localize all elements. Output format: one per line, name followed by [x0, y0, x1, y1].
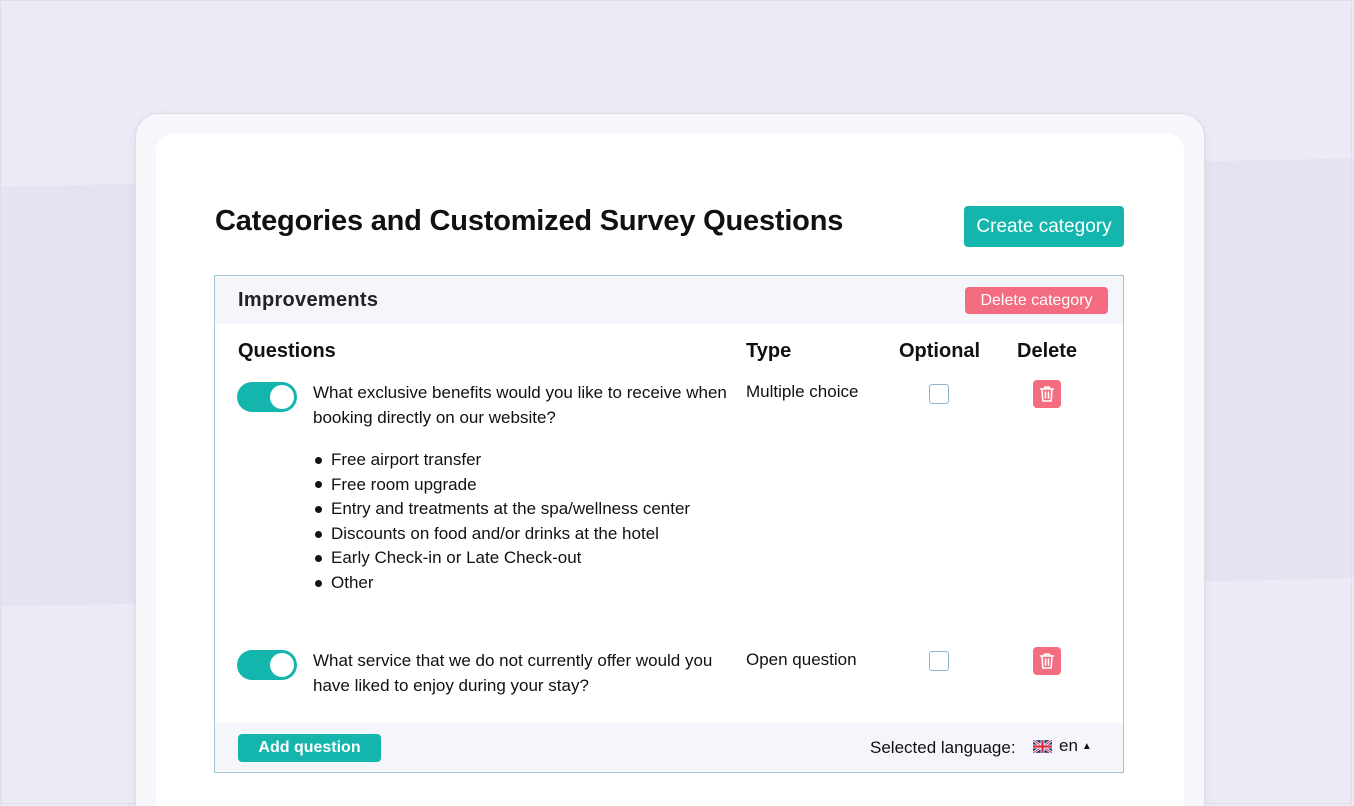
column-header-delete: Delete [1017, 340, 1078, 362]
page-title: Categories and Customized Survey Questio… [215, 205, 844, 237]
category-footer: Add question Selected language: en ▲ [215, 723, 1123, 772]
bullet-icon [315, 505, 322, 513]
question-1-text: What exclusive benefits would you like t… [313, 383, 727, 427]
question-2-enabled-toggle[interactable] [237, 650, 297, 680]
question-2-text: What service that we do not currently of… [313, 651, 713, 695]
option-item: Free room upgrade [313, 473, 690, 498]
toggle-knob [270, 653, 294, 677]
question-2-delete-button[interactable] [1033, 647, 1061, 675]
toggle-knob [270, 385, 294, 409]
bullet-icon [315, 481, 322, 489]
question-1-type: Multiple choice [746, 382, 859, 401]
option-item: Early Check-in or Late Check-out [313, 546, 690, 571]
bullet-icon [315, 579, 322, 587]
language-code: en [1059, 736, 1078, 755]
add-question-button[interactable]: Add question [238, 734, 381, 762]
column-header-type: Type [746, 340, 792, 362]
question-1-options-list: Free airport transfer Free room upgrade … [313, 448, 690, 596]
selected-language-label: Selected language: [870, 738, 1016, 757]
option-item: Discounts on food and/or drinks at the h… [313, 522, 690, 547]
option-item: Free airport transfer [313, 448, 690, 473]
question-2-optional-checkbox[interactable] [929, 651, 949, 671]
trash-icon [1039, 386, 1055, 402]
question-1-optional-checkbox[interactable] [929, 384, 949, 404]
bullet-icon [315, 555, 322, 563]
bullet-icon [315, 456, 322, 464]
category-panel: Improvements Delete category Questions T… [214, 275, 1124, 773]
column-header-optional: Optional [899, 340, 981, 362]
caret-up-icon: ▲ [1081, 740, 1092, 752]
option-item: Entry and treatments at the spa/wellness… [313, 497, 690, 522]
trash-icon [1039, 653, 1055, 669]
column-header-questions: Questions [238, 340, 336, 362]
delete-category-button[interactable]: Delete category [965, 287, 1108, 314]
option-item: Other [313, 571, 690, 596]
create-category-button[interactable]: Create category [964, 206, 1124, 247]
language-selector[interactable]: en ▲ [1033, 736, 1092, 756]
uk-flag-icon [1033, 739, 1052, 753]
category-name: Improvements [238, 289, 379, 311]
question-1-enabled-toggle[interactable] [237, 382, 297, 412]
bullet-icon [315, 530, 322, 538]
question-2-type: Open question [746, 650, 857, 669]
category-header: Improvements Delete category [215, 276, 1123, 324]
question-1-delete-button[interactable] [1033, 380, 1061, 408]
